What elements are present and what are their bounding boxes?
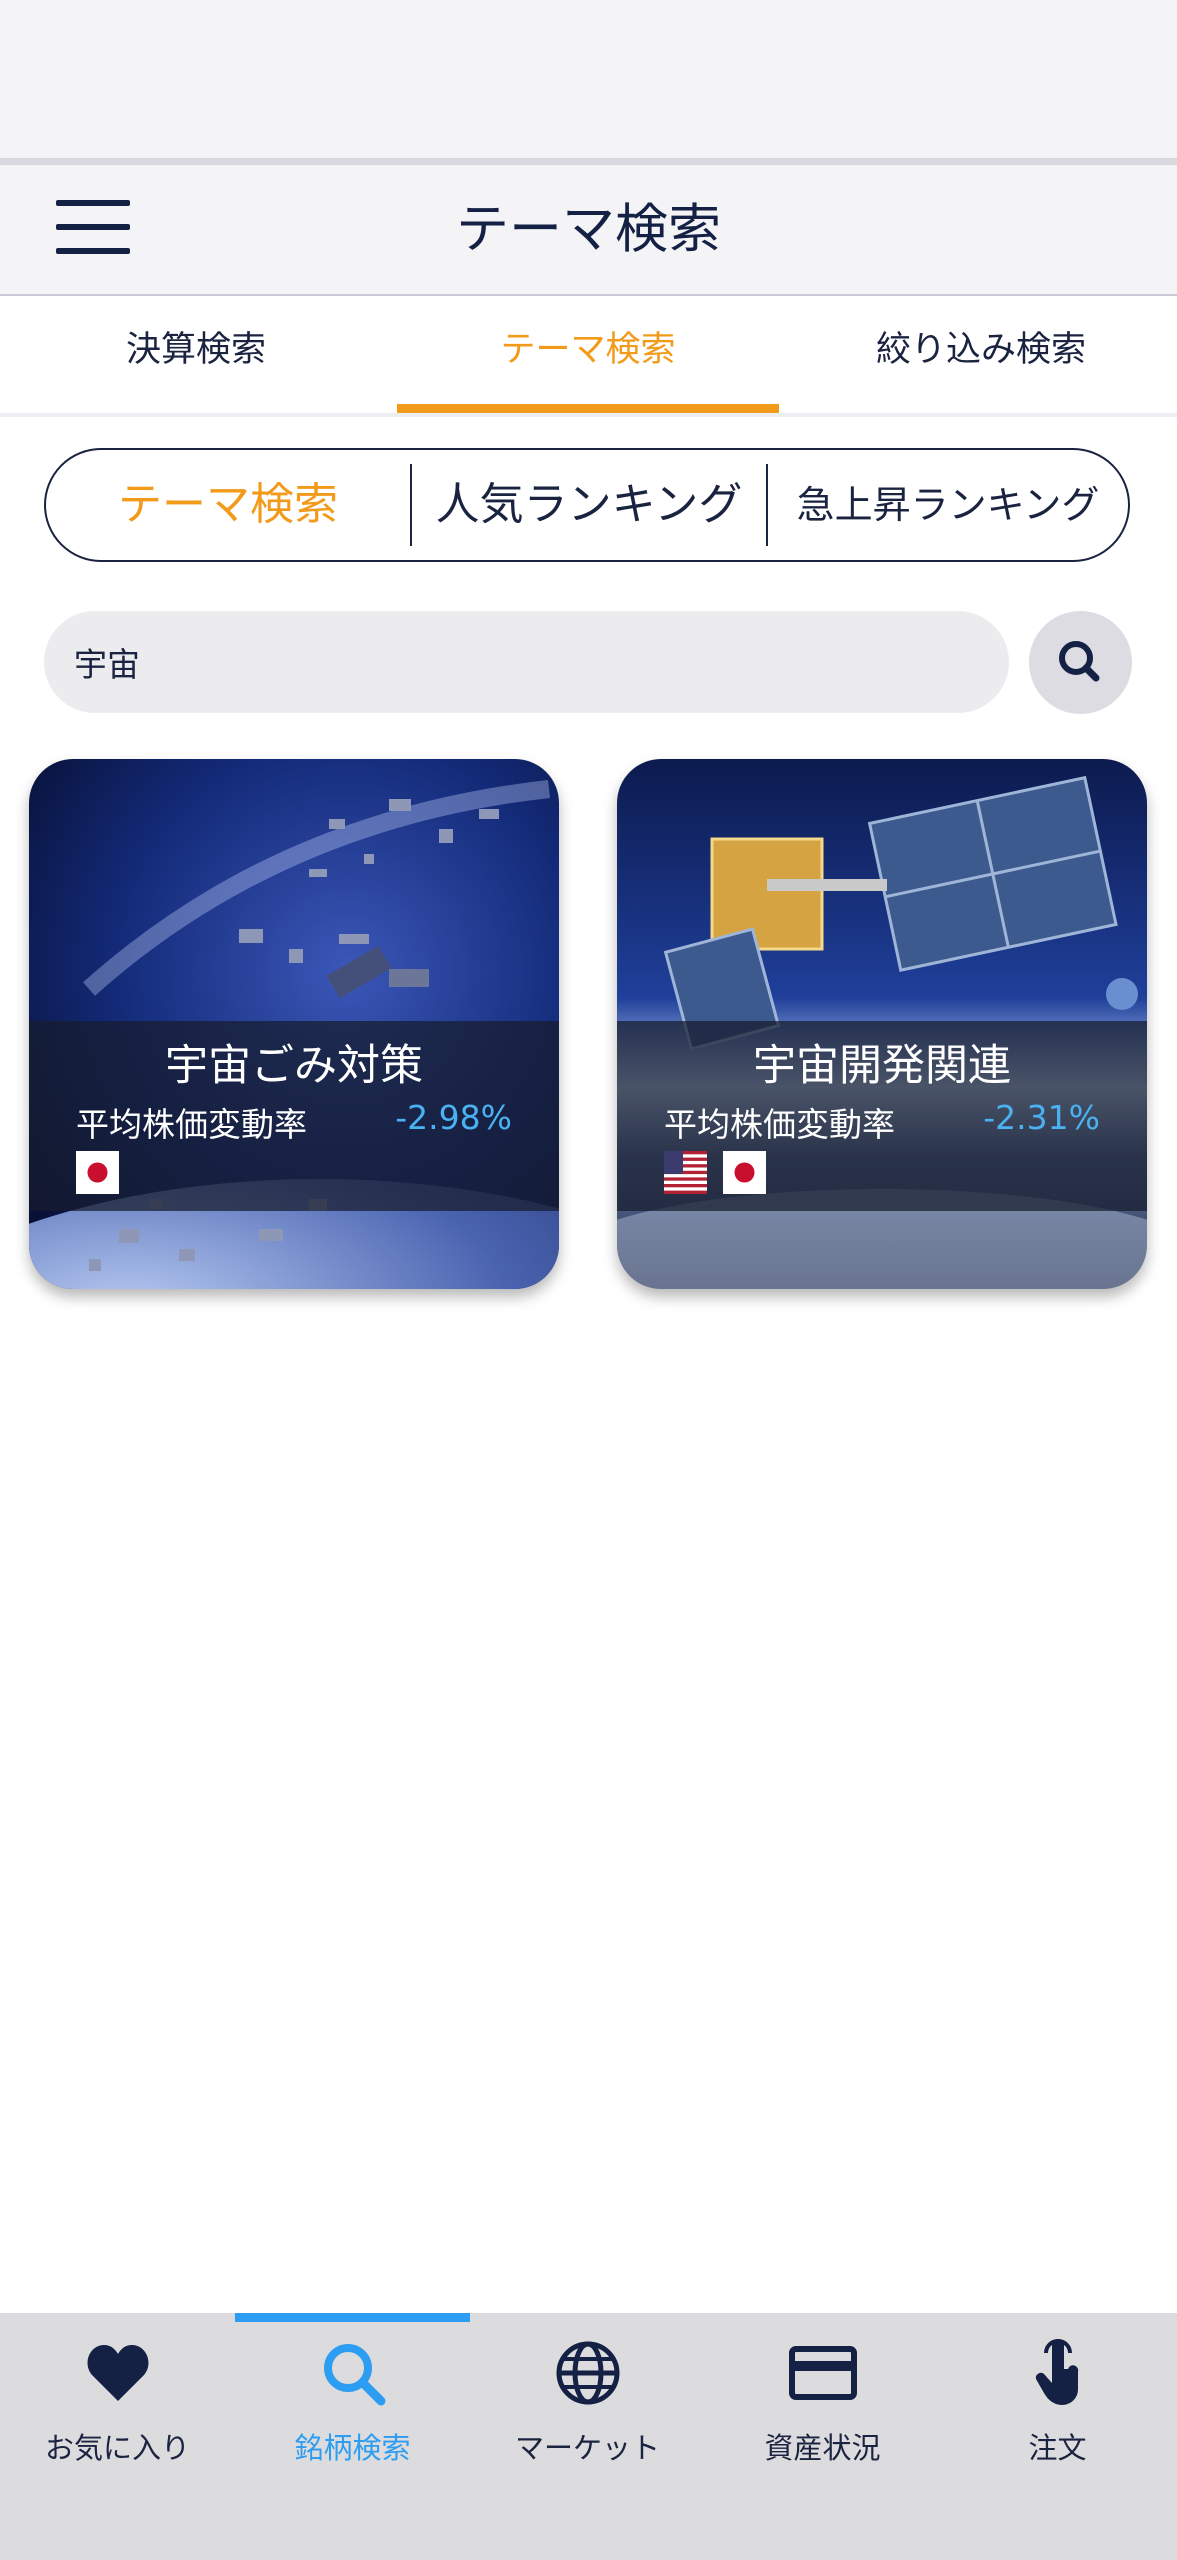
card-metric-label: 平均株価変動率 xyxy=(664,1105,895,1144)
app-header: テーマ検索 xyxy=(0,165,1177,296)
nav-label: お気に入り xyxy=(44,2431,190,2465)
search-input[interactable] xyxy=(44,611,1009,713)
tab-theme-search[interactable]: テーマ検索 xyxy=(392,296,784,414)
tap-icon xyxy=(1035,2339,1079,2405)
globe-icon xyxy=(556,2341,620,2405)
nav-item-market[interactable]: マーケット xyxy=(470,2313,705,2560)
bottom-navigation: お気に入り 銘柄検索 マーケット 資産状況 注文 xyxy=(0,2313,1177,2560)
nav-label: 銘柄検索 xyxy=(294,2431,411,2465)
top-tab-bar: 決算検索 テーマ検索 絞り込み検索 xyxy=(0,296,1177,414)
nav-item-assets[interactable]: 資産状況 xyxy=(705,2313,940,2560)
jp-flag-icon xyxy=(76,1151,119,1194)
theme-card-space-development[interactable]: 宇宙開発関連 平均株価変動率 -2.31% xyxy=(617,759,1147,1289)
card-metric-label: 平均株価変動率 xyxy=(76,1105,307,1144)
segment-rising-ranking[interactable]: 急上昇ランキング xyxy=(768,450,1128,560)
heart-icon xyxy=(87,2345,149,2401)
us-flag-icon xyxy=(664,1151,707,1194)
divider xyxy=(0,158,1177,165)
card-icon xyxy=(789,2346,857,2400)
status-bar-area xyxy=(0,0,1177,158)
active-tab-indicator xyxy=(397,404,779,413)
theme-card-space-debris[interactable]: 宇宙ごみ対策 平均株価変動率 -2.98% xyxy=(29,759,559,1289)
card-metric-value: -2.31% xyxy=(983,1098,1100,1137)
tab-earnings-search[interactable]: 決算検索 xyxy=(0,296,392,414)
nav-item-order[interactable]: 注文 xyxy=(940,2313,1175,2560)
search-button[interactable] xyxy=(1029,611,1132,714)
menu-icon[interactable] xyxy=(56,200,130,256)
jp-flag-icon xyxy=(723,1151,766,1194)
card-metric-value: -2.98% xyxy=(395,1098,512,1137)
search-icon xyxy=(324,2344,386,2406)
page-title: テーマ検索 xyxy=(456,199,721,260)
card-title: 宇宙ごみ対策 xyxy=(165,1041,423,1091)
card-title: 宇宙開発関連 xyxy=(753,1041,1011,1091)
segment-popular-ranking[interactable]: 人気ランキング xyxy=(412,450,766,560)
nav-label: 注文 xyxy=(1028,2431,1087,2465)
nav-label: 資産状況 xyxy=(764,2431,881,2465)
divider xyxy=(0,413,1177,417)
nav-item-favorites[interactable]: お気に入り xyxy=(0,2313,235,2560)
nav-label: マーケット xyxy=(514,2431,660,2465)
search-icon xyxy=(1059,641,1100,682)
nav-item-stock-search[interactable]: 銘柄検索 xyxy=(235,2313,470,2560)
segmented-control: テーマ検索 人気ランキング 急上昇ランキング xyxy=(44,448,1130,562)
segment-theme-search[interactable]: テーマ検索 xyxy=(46,450,410,560)
tab-filter-search[interactable]: 絞り込み検索 xyxy=(785,296,1177,414)
